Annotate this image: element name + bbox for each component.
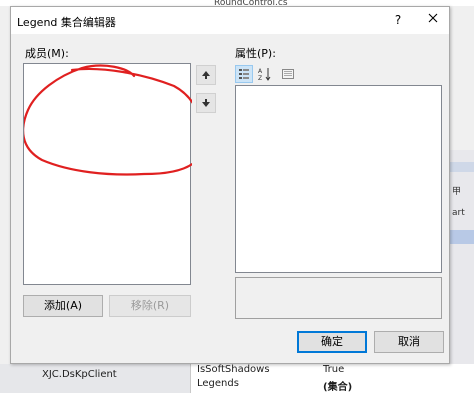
properties-toolbar: A Z — [235, 65, 315, 83]
property-value[interactable]: (集合) — [323, 378, 352, 393]
property-description-pane — [235, 277, 442, 319]
svg-text:Z: Z — [258, 75, 262, 81]
red-circle-annotation — [24, 64, 192, 176]
dialog-title: Legend 集合编辑器 — [17, 16, 116, 29]
background-right-panel: 甲 art — [448, 150, 474, 393]
legend-collection-editor-dialog: Legend 集合编辑器 ? 成员(M): 属性(P): 添加(A) 移除(R) — [10, 6, 450, 364]
alphabetical-sort-icon: A Z — [258, 68, 271, 81]
members-label: 成员(M): — [25, 47, 69, 60]
move-down-button[interactable] — [196, 93, 216, 113]
background-properties-grid: IsSoftShadows True Legends (集合) — [190, 364, 474, 393]
property-grid[interactable] — [235, 85, 442, 273]
property-pages-button[interactable] — [279, 65, 297, 83]
background-right-bar — [448, 162, 474, 172]
alphabetical-button[interactable]: A Z — [256, 65, 274, 83]
solution-item[interactable]: XJC.DsKpClient — [42, 369, 117, 380]
add-button[interactable]: 添加(A) — [23, 295, 103, 317]
cancel-button[interactable]: 取消 — [374, 331, 444, 353]
property-pages-icon — [282, 69, 294, 79]
categorized-icon — [239, 69, 249, 79]
dialog-titlebar[interactable]: Legend 集合编辑器 ? — [11, 7, 449, 34]
arrow-down-icon — [202, 99, 210, 107]
property-name[interactable]: IsSoftShadows — [197, 364, 270, 375]
help-button[interactable]: ? — [386, 9, 410, 31]
move-up-button[interactable] — [196, 65, 216, 85]
ok-button[interactable]: 确定 — [297, 331, 367, 353]
members-listbox[interactable] — [23, 63, 192, 285]
categorized-button[interactable] — [235, 65, 253, 83]
background-right-selected-bar — [448, 230, 474, 244]
svg-text:A: A — [258, 68, 263, 75]
property-name[interactable]: Legends — [197, 378, 239, 389]
remove-button[interactable]: 移除(R) — [109, 295, 191, 317]
close-button[interactable] — [421, 9, 445, 31]
background-right-label: art — [452, 208, 465, 218]
background-right-label: 甲 — [452, 187, 462, 197]
close-icon — [428, 13, 438, 23]
arrow-up-icon — [202, 71, 210, 79]
properties-label: 属性(P): — [235, 47, 276, 60]
background-solution-explorer: XJC.DsKpClient — [0, 364, 190, 393]
property-value[interactable]: True — [323, 364, 344, 375]
